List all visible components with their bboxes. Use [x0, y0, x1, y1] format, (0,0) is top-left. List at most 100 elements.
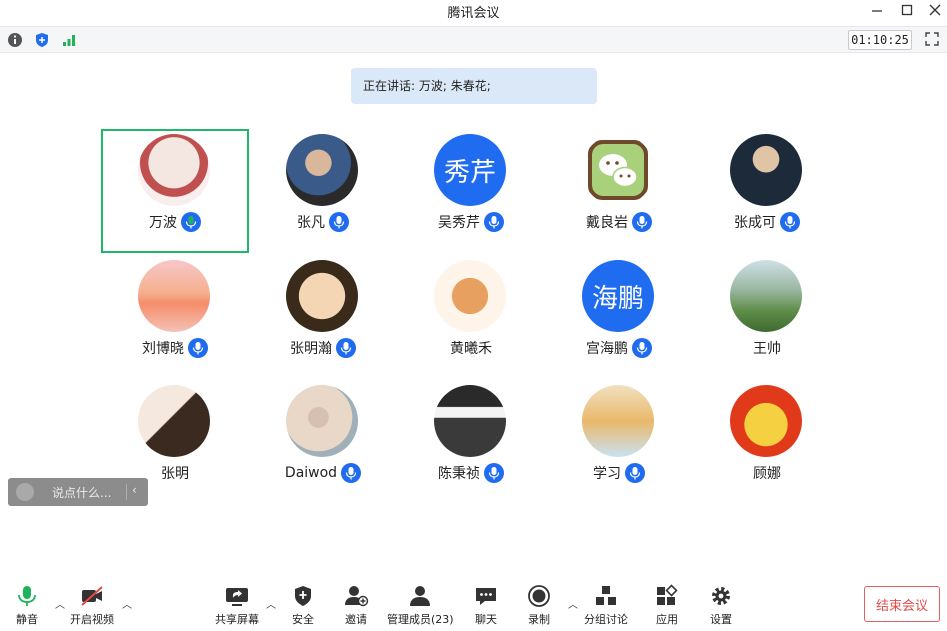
collapse-chevron-icon[interactable]: ‹	[132, 483, 137, 497]
apps-label: 应用	[656, 613, 678, 626]
fullscreen-button[interactable]	[924, 31, 942, 49]
minimize-icon	[872, 10, 882, 12]
invite-button[interactable]: 邀请	[343, 584, 369, 627]
participant-name: Daiwod	[284, 465, 338, 481]
video-button[interactable]: 开启视频	[70, 584, 114, 627]
participant-tile[interactable]: 陈秉祯	[397, 380, 545, 504]
meeting-info-button[interactable]	[6, 31, 24, 49]
apps-button[interactable]: 应用	[654, 584, 680, 627]
network-status-button[interactable]	[60, 31, 78, 49]
maximize-icon	[901, 4, 913, 16]
microphone-icon	[188, 338, 208, 358]
participant-tile[interactable]: 学习	[545, 380, 693, 504]
video-label: 开启视频	[70, 613, 114, 626]
close-button[interactable]	[920, 0, 947, 20]
record-options-chevron-icon[interactable]: ︿	[568, 596, 578, 611]
participant-tile[interactable]: 万波	[101, 129, 249, 253]
participant-tile[interactable]: 秀芹吴秀芹	[397, 129, 545, 253]
participant-name: 戴良岩	[586, 215, 628, 231]
participant-name-row: Daiwod	[249, 463, 397, 483]
participant-tile[interactable]: 张成可	[693, 129, 841, 253]
microphone-icon	[336, 338, 356, 358]
participant-name-row: 张成可	[693, 212, 841, 232]
participant-avatar	[730, 260, 802, 332]
share-screen-label: 共享屏幕	[215, 613, 259, 626]
security-label: 安全	[292, 613, 314, 626]
record-button[interactable]: 录制	[526, 584, 552, 627]
meeting-timer: 01:10:25	[848, 30, 912, 50]
add-user-icon	[345, 586, 369, 607]
participant-name-row: 王帅	[693, 338, 841, 358]
participant-avatar	[730, 134, 802, 206]
participant-avatar	[582, 134, 654, 206]
chat-placeholder: 说点什么...	[52, 486, 112, 500]
share-options-chevron-icon[interactable]: ︿	[266, 596, 276, 611]
chat-quick-input[interactable]: 说点什么... ‹	[8, 478, 148, 506]
participant-tile[interactable]: 黄曦禾	[397, 255, 545, 379]
divider	[126, 484, 127, 500]
participant-tile[interactable]: 顾娜	[693, 380, 841, 504]
info-bar: 01:10:25	[0, 26, 947, 53]
participant-avatar: 秀芹	[434, 134, 506, 206]
participant-avatar	[286, 260, 358, 332]
record-icon	[528, 585, 550, 607]
participant-avatar	[730, 385, 802, 457]
participant-tile[interactable]: 张凡	[249, 129, 397, 253]
settings-label: 设置	[710, 613, 732, 626]
shield-icon	[295, 586, 311, 606]
participant-tile[interactable]: Daiwod	[249, 380, 397, 504]
microphone-icon	[780, 212, 800, 232]
participant-tile[interactable]: 戴良岩	[545, 129, 693, 253]
microphone-icon	[18, 586, 36, 606]
security-button[interactable]: 安全	[290, 584, 316, 627]
invite-label: 邀请	[345, 613, 367, 626]
mute-label: 静音	[16, 613, 38, 626]
members-icon	[410, 586, 431, 606]
minimize-button[interactable]	[862, 0, 892, 20]
end-meeting-button[interactable]: 结束会议	[864, 586, 940, 622]
participant-name-row: 学习	[545, 463, 693, 483]
mute-button[interactable]: 静音	[14, 584, 40, 627]
microphone-icon	[632, 338, 652, 358]
participant-name: 宫海鹏	[586, 341, 628, 357]
microphone-icon	[181, 212, 201, 232]
participant-avatar	[434, 260, 506, 332]
share-screen-icon	[226, 588, 248, 606]
video-options-chevron-icon[interactable]: ︿	[122, 596, 132, 611]
bottom-toolbar: 静音 ︿ 开启视频 ︿ 共享屏幕 ︿ 安全 邀请 管理成员(23) 聊天 录制 …	[0, 578, 947, 631]
security-status-button[interactable]	[33, 31, 51, 49]
chat-button[interactable]: 聊天	[473, 584, 499, 627]
share-screen-button[interactable]: 共享屏幕	[215, 584, 259, 627]
participant-avatar	[286, 385, 358, 457]
participant-tile[interactable]: 张明瀚	[249, 255, 397, 379]
microphone-icon	[484, 212, 504, 232]
chat-label: 聊天	[475, 613, 497, 626]
gear-icon	[712, 587, 730, 605]
mute-options-chevron-icon[interactable]: ︿	[55, 596, 65, 611]
settings-button[interactable]: 设置	[708, 584, 734, 627]
participant-name-row: 黄曦禾	[397, 338, 545, 358]
participant-name: 吴秀芹	[438, 215, 480, 231]
participant-name-row: 顾娜	[693, 463, 841, 483]
close-icon	[929, 4, 941, 16]
breakout-rooms-button[interactable]: 分组讨论	[584, 584, 628, 627]
members-label: 管理成员(23)	[387, 613, 454, 626]
participant-name: 顾娜	[753, 466, 781, 482]
breakout-label: 分组讨论	[584, 613, 628, 626]
breakout-icon	[596, 586, 616, 605]
participant-name: 张明	[161, 466, 189, 482]
participant-tile[interactable]: 海鹏 宫海鹏	[545, 255, 693, 379]
participant-name: 刘博晓	[142, 341, 184, 357]
participant-tile[interactable]: 刘博晓	[101, 255, 249, 379]
microphone-icon	[625, 463, 645, 483]
record-label: 录制	[528, 613, 550, 626]
maximize-button[interactable]	[892, 0, 922, 20]
signal-icon	[63, 35, 75, 46]
emoji-icon[interactable]	[16, 483, 34, 501]
participant-name-row: 张明瀚	[249, 338, 397, 358]
manage-members-button[interactable]: 管理成员(23)	[387, 584, 454, 627]
info-icon	[8, 33, 22, 47]
participant-tile[interactable]: 王帅	[693, 255, 841, 379]
participant-avatar	[138, 134, 210, 206]
participant-name: 万波	[149, 215, 177, 231]
